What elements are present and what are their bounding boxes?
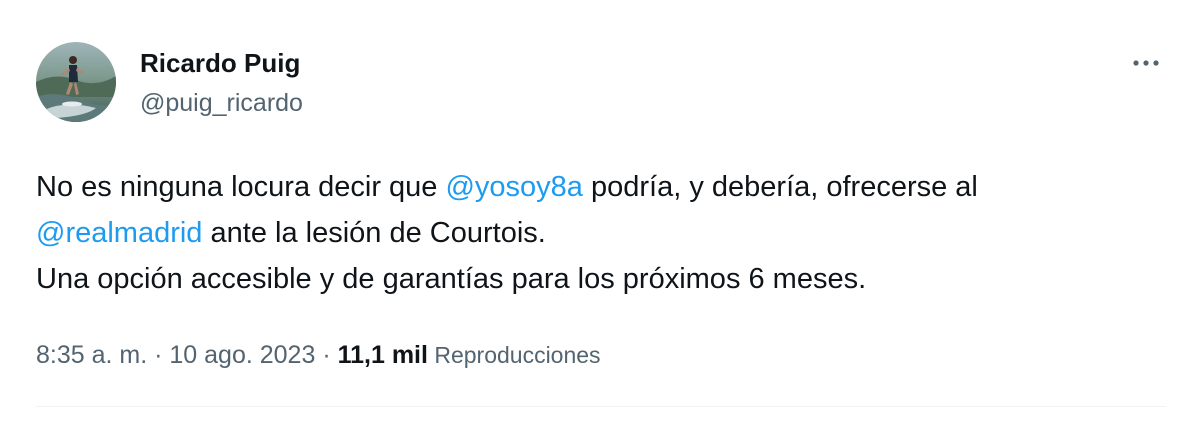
tweet-text-segment: No es ninguna locura decir que bbox=[36, 171, 446, 203]
tweet-line-3: Una opción accesible y de garantías para… bbox=[36, 263, 867, 295]
tweet-text-segment: podría, y debería, ofrecerse al bbox=[582, 171, 978, 203]
views-link[interactable]: 11,1 mil Reproducciones bbox=[338, 341, 601, 369]
separator-dot: · bbox=[147, 341, 170, 369]
tweet-text-segment: ante la lesión de Courtois. bbox=[202, 217, 546, 249]
views-count: 11,1 mil bbox=[337, 341, 428, 369]
tweet-card: Ricardo Puig @puig_ricardo No es ninguna… bbox=[0, 0, 1192, 423]
tweet-line-2: @realmadrid ante la lesión de Courtois. bbox=[36, 210, 1166, 256]
more-horizontal-icon bbox=[1133, 60, 1159, 66]
avatar-image bbox=[36, 42, 116, 122]
more-options-button[interactable] bbox=[1126, 46, 1166, 80]
tweet-metadata: 8:35 a. m. · 10 ago. 2023 · 11,1 mil Rep… bbox=[36, 337, 601, 373]
views-label: Reproducciones bbox=[427, 342, 601, 368]
mention-realmadrid[interactable]: @realmadrid bbox=[36, 217, 202, 249]
tweet-date: 10 ago. 2023 bbox=[169, 341, 316, 369]
display-name[interactable]: Ricardo Puig bbox=[140, 46, 300, 80]
tweet-line-1: No es ninguna locura decir que @yosoy8a … bbox=[36, 164, 1166, 210]
tweet-text: No es ninguna locura decir que @yosoy8a … bbox=[36, 164, 1166, 302]
tweet-time-link[interactable]: 8:35 a. m. · 10 ago. 2023 bbox=[36, 341, 315, 369]
mention-yosoy8a[interactable]: @yosoy8a bbox=[445, 171, 582, 203]
tweet-time: 8:35 a. m. bbox=[36, 341, 148, 369]
separator-dot: · bbox=[315, 341, 338, 369]
avatar[interactable] bbox=[36, 42, 116, 122]
divider bbox=[36, 406, 1166, 407]
username-handle[interactable]: @puig_ricardo bbox=[140, 86, 303, 120]
